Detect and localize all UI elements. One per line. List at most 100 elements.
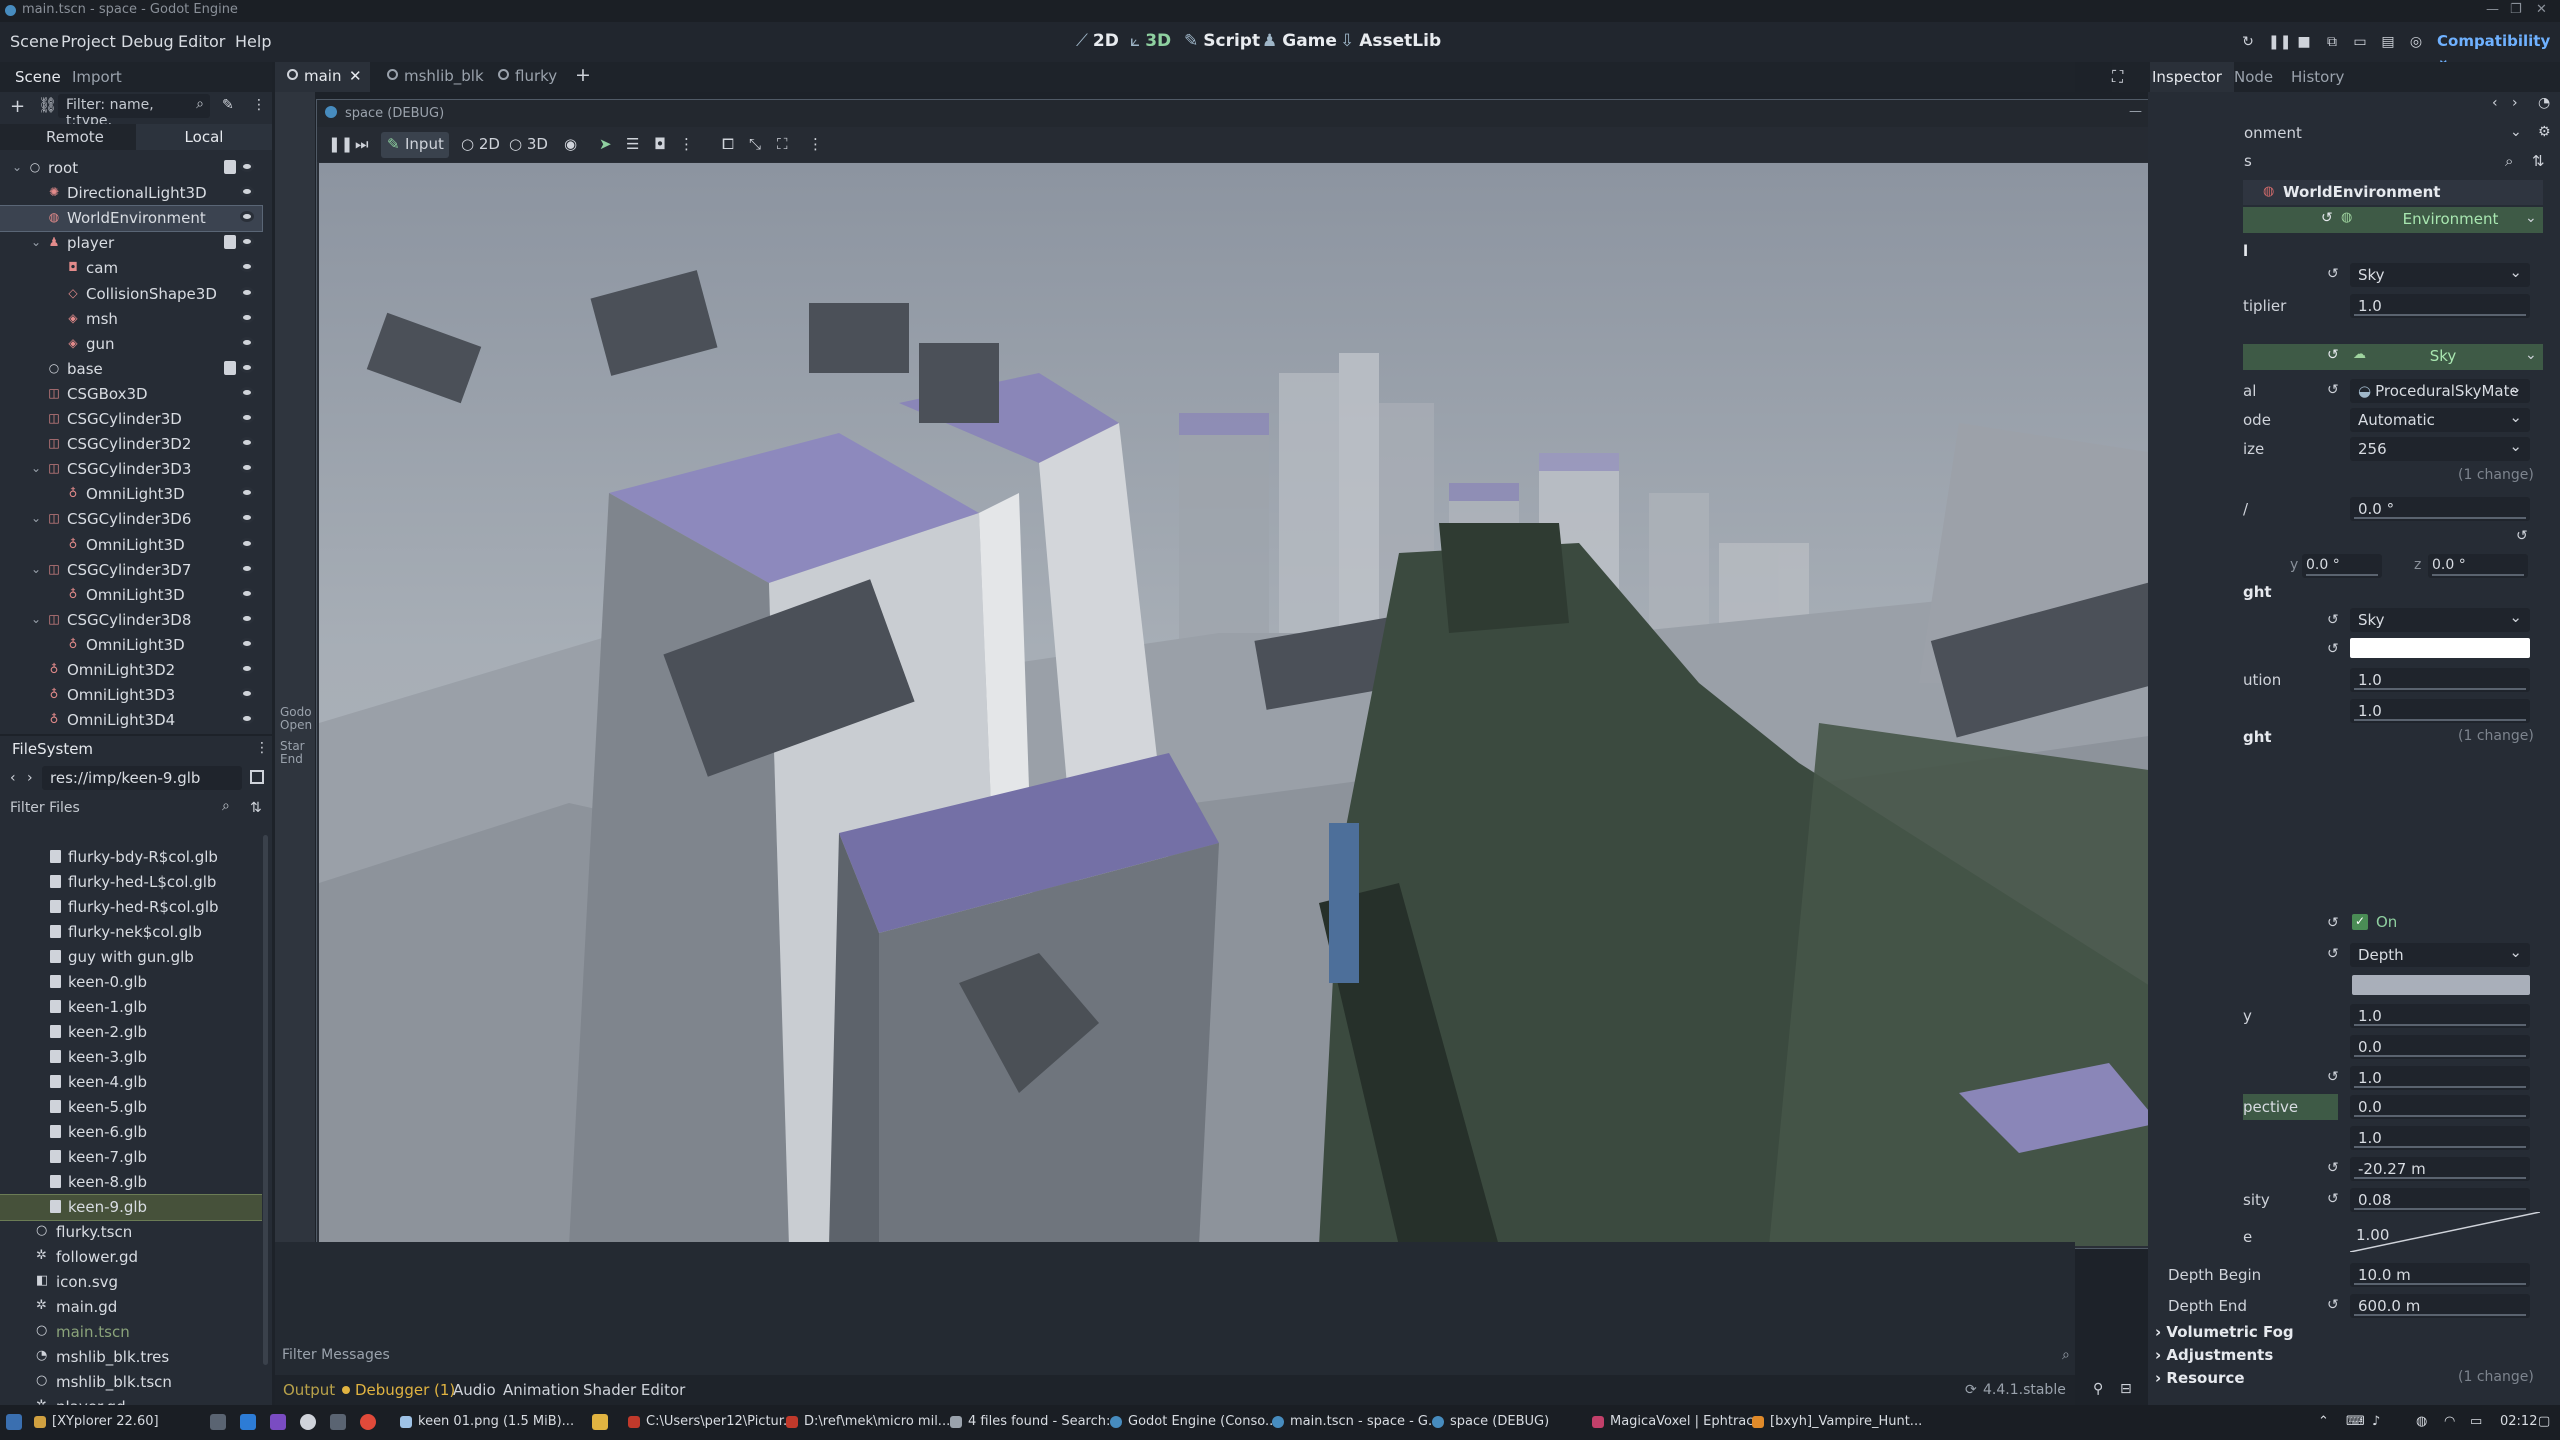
taskbar-item[interactable]: space (DEBUG)	[1450, 1414, 1549, 1429]
movie-icon[interactable]: ▭	[2352, 34, 2368, 50]
file-item[interactable]: keen-5.glb	[0, 1095, 262, 1120]
pause-icon[interactable]: ❚❚	[328, 135, 353, 153]
pause-icon[interactable]: ❚❚	[2268, 34, 2291, 50]
section-resource[interactable]: › Resource	[2155, 1369, 2245, 1387]
minimize-icon[interactable]: —	[2129, 104, 2142, 119]
tab-inspector[interactable]: Inspector	[2152, 68, 2222, 86]
file-item[interactable]: ✲ player.gd	[0, 1395, 262, 1405]
fs-scrollbar[interactable]	[263, 835, 268, 1365]
clock[interactable]: 02:12	[2500, 1414, 2537, 1429]
history-back-icon[interactable]: ‹	[2492, 95, 2498, 111]
file-item[interactable]: ○ mshlib_blk.tscn	[0, 1370, 262, 1395]
visibility-eye-icon[interactable]	[240, 186, 254, 198]
file-item[interactable]: keen-3.glb	[0, 1045, 262, 1070]
sky-contribution-field[interactable]: 1.0	[2350, 668, 2530, 692]
revert-icon[interactable]: ↺	[2327, 1160, 2339, 1176]
tray-expand-icon[interactable]: ⌃	[2318, 1414, 2329, 1429]
ambient-color-swatch[interactable]	[2350, 638, 2530, 658]
file-item[interactable]: keen-8.glb	[0, 1170, 262, 1195]
revert-icon[interactable]: ↺	[2327, 612, 2339, 628]
taskbar-item[interactable]: Godot Engine (Conso...	[1128, 1414, 1277, 1429]
visibility-eye-icon[interactable]	[240, 537, 254, 549]
chrome-icon[interactable]	[360, 1414, 376, 1430]
folder-icon[interactable]	[592, 1414, 608, 1430]
revert-icon[interactable]: ↺	[2327, 266, 2339, 282]
reflected-light-header[interactable]: ght	[2243, 728, 2272, 746]
scene-tree-node[interactable]: ◫ CSGCylinder3D2	[0, 432, 262, 457]
add-tab-icon[interactable]: +	[575, 64, 591, 86]
chevron-down-icon[interactable]: ⌄	[10, 160, 24, 174]
keep-aspect-icon[interactable]: ⤡	[749, 135, 761, 153]
taskbar-item[interactable]: main.tscn - space - G...	[1290, 1414, 1440, 1429]
chevron-down-icon[interactable]: ⌄	[2510, 124, 2522, 140]
file-item[interactable]: keen-6.glb	[0, 1120, 262, 1145]
scene-tree-node[interactable]: ◫ CSGCylinder3D	[0, 407, 262, 432]
tab-flurky[interactable]: flurky	[515, 67, 557, 85]
section-adjustments[interactable]: › Adjustments	[2155, 1346, 2273, 1364]
workspace-3d-button[interactable]: ⟀ 3D	[1130, 31, 1171, 51]
explorer-icon[interactable]	[210, 1414, 226, 1430]
menu-debug[interactable]: Debug	[121, 32, 174, 51]
visibility-eye-icon[interactable]	[240, 487, 254, 499]
expand-panel-icon[interactable]: ⊟	[2120, 1381, 2132, 1397]
scene-tree-node[interactable]: ⌄ ○ root	[0, 156, 262, 181]
file-item[interactable]: flurky-nek$col.glb	[0, 920, 262, 945]
scene-tree-node[interactable]: ♁ OmniLight3D	[0, 633, 262, 658]
scene-tree-node[interactable]: ♁ OmniLight3D3	[0, 683, 262, 708]
taskbar-item[interactable]: [XYplorer 22.60]	[52, 1414, 159, 1429]
revert-icon[interactable]: ↺	[2327, 1191, 2339, 1207]
file-item[interactable]: flurky-bdy-R$col.glb	[0, 845, 262, 870]
tab-output[interactable]: Output	[283, 1381, 335, 1399]
visibility-eye-icon[interactable]	[240, 236, 254, 248]
visibility-eye-icon[interactable]	[240, 562, 254, 574]
pin-icon[interactable]: ⚲	[2093, 1381, 2103, 1397]
revert-icon[interactable]: ↺	[2327, 382, 2339, 398]
depth-end-field[interactable]: 600.0 m	[2350, 1294, 2530, 1318]
fog-height-m-field[interactable]: -20.27 m	[2350, 1157, 2530, 1181]
visibility-eye-icon[interactable]	[240, 286, 254, 298]
chevron-down-icon[interactable]: ⌄	[29, 562, 43, 576]
menu-editor[interactable]: Editor	[178, 32, 225, 51]
fs-menu-icon[interactable]: ⋮	[255, 740, 269, 756]
revert-icon[interactable]: ↺	[2327, 1069, 2339, 1085]
fog-height-density-field[interactable]: 0.08	[2350, 1188, 2530, 1212]
local-button[interactable]: Local	[136, 124, 272, 150]
script-attach-icon[interactable]: ✎	[222, 97, 234, 113]
fog-height-field[interactable]: 1.0	[2350, 1126, 2530, 1150]
scene-tree-node[interactable]: ⌄ ◫ CSGCylinder3D3	[0, 457, 262, 482]
taskbar-item[interactable]: 4 files found - Search:...	[968, 1414, 1123, 1429]
revert-icon[interactable]: ↺	[2327, 347, 2339, 363]
tab-shader-editor[interactable]: Shader Editor	[583, 1381, 685, 1399]
globe-icon[interactable]: ◍	[2416, 1414, 2427, 1429]
visibility-eye-icon[interactable]	[240, 462, 254, 474]
file-item[interactable]: ✲ main.gd	[0, 1295, 262, 1320]
next-frame-icon[interactable]: ⏭	[355, 135, 369, 153]
file-item[interactable]: keen-4.glb	[0, 1070, 262, 1095]
visibility-eye-icon[interactable]	[240, 211, 254, 223]
taskbar-item[interactable]: C:\Users\per12\Pictur...	[646, 1414, 795, 1429]
ambient-energy-field[interactable]: 1.0	[2350, 699, 2530, 723]
search-icon[interactable]: ⌕	[2505, 152, 2513, 170]
camera-icon[interactable]: ◘	[654, 135, 666, 153]
add-node-icon[interactable]: +	[10, 96, 26, 117]
scene-tree-node[interactable]: ○ base	[0, 357, 262, 382]
notepad-icon[interactable]	[330, 1414, 346, 1430]
visibility-eye-icon[interactable]	[240, 336, 254, 348]
visibility-eye-icon[interactable]	[240, 688, 254, 700]
file-item[interactable]: ○ main.tscn	[0, 1320, 262, 1345]
fs-filter-input[interactable]: Filter Files ⌕	[0, 796, 240, 822]
file-item[interactable]: flurky-hed-R$col.glb	[0, 895, 262, 920]
file-item[interactable]: guy with gun.glb	[0, 945, 262, 970]
wifi-icon[interactable]: ◠	[2444, 1414, 2455, 1429]
chevron-down-icon[interactable]: ⌄	[29, 511, 43, 525]
visibility-eye-icon[interactable]	[240, 261, 254, 273]
mode-3d-button[interactable]: ○ 3D	[509, 135, 548, 153]
revert-icon[interactable]: ↺	[2516, 528, 2528, 544]
taskbar-item[interactable]: keen 01.png (1.5 MiB)...	[418, 1414, 574, 1429]
visibility-eye-icon[interactable]	[240, 612, 254, 624]
chevron-down-icon[interactable]: ⌄	[29, 461, 43, 475]
chevron-down-icon[interactable]: ⌄	[29, 235, 43, 249]
run-custom-icon[interactable]: ◎	[2408, 34, 2424, 50]
fog-density-field[interactable]: 1.0	[2350, 1004, 2530, 1028]
scene-tree-node[interactable]: ♁ OmniLight3D4	[0, 708, 262, 733]
